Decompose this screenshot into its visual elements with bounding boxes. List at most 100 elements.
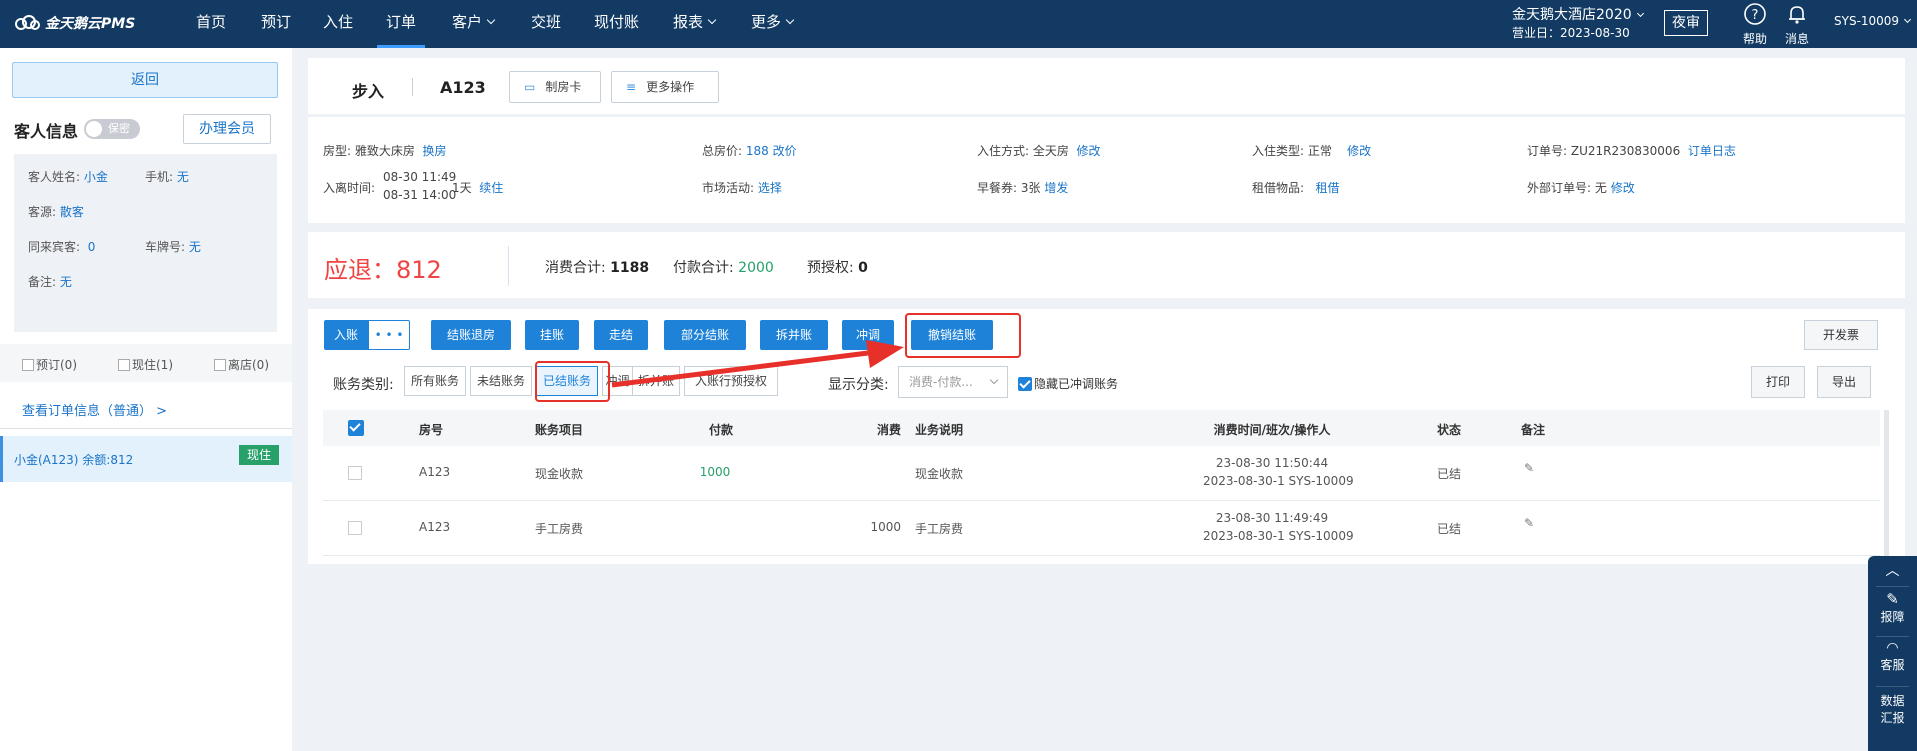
breakfast-field: 早餐券: 3张 增发 xyxy=(977,181,1069,195)
checkbox[interactable] xyxy=(214,359,226,371)
account-category-label: 账务类别: xyxy=(333,377,394,393)
hide-adjusted-checkbox[interactable]: 隐藏已冲调账务 xyxy=(1018,375,1118,392)
partial-settle-button[interactable]: 部分结账 xyxy=(664,320,746,350)
select-all-checkbox[interactable] xyxy=(348,420,364,436)
checkout-button[interactable]: 结账退房 xyxy=(431,320,511,350)
back-button[interactable]: 返回 xyxy=(12,62,278,98)
nav-reservation[interactable]: 预订 xyxy=(261,0,291,48)
plate-field: 车牌号: 无 xyxy=(145,240,201,254)
nav-orders[interactable]: 订单 xyxy=(377,0,426,48)
privacy-toggle[interactable]: 保密 xyxy=(84,119,140,139)
business-date: 营业日：2023-08-30 xyxy=(1512,26,1630,40)
edit-external-order-link[interactable]: 修改 xyxy=(1611,181,1635,195)
extend-stay-link[interactable]: 续住 xyxy=(479,181,503,195)
table-row[interactable]: A123 手工房费 1000 手工房费 23-08-30 11:49:49 20… xyxy=(323,501,1880,556)
nav-reports[interactable]: 报表 xyxy=(673,0,717,48)
order-status: 步入 xyxy=(352,82,385,101)
post-charge-button[interactable]: 入账 xyxy=(324,320,368,350)
add-breakfast-link[interactable]: 增发 xyxy=(1044,181,1068,195)
make-card-button[interactable]: ▭ 制房卡 xyxy=(509,71,601,103)
chevron-down-icon xyxy=(1904,15,1912,24)
divider xyxy=(0,428,292,429)
filter-in-house[interactable]: 现住(1) xyxy=(118,356,173,373)
col-time-shift-operator: 消费时间/班次/操作人 xyxy=(1213,423,1331,437)
market-field: 市场活动: 选择 xyxy=(702,181,782,195)
view-order-info-link[interactable]: 查看订单信息（普通） > xyxy=(22,400,167,419)
display-category-select[interactable]: 消费-付款... xyxy=(898,366,1008,398)
external-order-field: 外部订单号: 无 修改 xyxy=(1527,181,1635,195)
nights-field: 1天 续住 xyxy=(452,181,504,195)
nav-customers[interactable]: 客户 xyxy=(452,0,496,48)
user-menu[interactable]: SYS-10009 xyxy=(1834,14,1912,28)
room-number: A123 xyxy=(440,78,486,97)
customer-service-button[interactable]: ◠ 客服 xyxy=(1868,640,1917,673)
edit-checkin-mode-link[interactable]: 修改 xyxy=(1077,144,1101,158)
checkbox[interactable] xyxy=(118,359,130,371)
night-audit-button[interactable]: 夜审 xyxy=(1664,10,1708,36)
room-item-label: 小金(A123) 余额:812 xyxy=(14,453,134,467)
checkbox[interactable] xyxy=(22,359,34,371)
nav-more[interactable]: 更多 xyxy=(751,0,795,48)
left-panel: 返回 客人信息 保密 办理会员 客人姓名: 小金 手机: 无 客源: 散客 同来… xyxy=(0,48,292,751)
checkin-time: 08-30 11:49 xyxy=(383,170,457,184)
walk-settle-button[interactable]: 走结 xyxy=(594,320,648,350)
order-log-link[interactable]: 订单日志 xyxy=(1688,144,1736,158)
nav-checkin[interactable]: 入住 xyxy=(323,0,353,48)
table-scrollbar[interactable] xyxy=(1884,410,1889,560)
brand-logo[interactable]: 金天鹅云PMS xyxy=(14,13,135,33)
filter-checked-out[interactable]: 离店(0) xyxy=(214,356,269,373)
tab-preauth[interactable]: 入账行预授权 xyxy=(684,366,778,396)
guest-phone-field: 手机: 无 xyxy=(145,170,189,184)
split-merge-button[interactable]: 拆并账 xyxy=(760,320,828,350)
report-issue-button[interactable]: ✎ 报障 xyxy=(1868,590,1917,625)
tab-split-merge[interactable]: 拆并账 xyxy=(632,366,680,396)
consume-total: 消费合计: 1188 xyxy=(545,260,650,276)
top-nav: 金天鹅云PMS 首页 预订 入住 订单 客户 交班 现付账 报表 更多 金天鹅大… xyxy=(0,0,1917,48)
col-status: 状态 xyxy=(1437,423,1462,437)
invoice-button[interactable]: 开发票 xyxy=(1804,320,1878,350)
tab-unsettled[interactable]: 未结账务 xyxy=(470,366,532,396)
change-price-link[interactable]: 改价 xyxy=(773,144,797,158)
nav-cash-account[interactable]: 现付账 xyxy=(594,0,639,48)
edit-note-icon[interactable]: ✎ xyxy=(1524,516,1534,530)
table-row[interactable]: A123 现金收款 1000 现金收款 23-08-30 11:50:44 20… xyxy=(323,446,1880,501)
tab-all-accounts[interactable]: 所有账务 xyxy=(404,366,466,396)
edit-note-icon[interactable]: ✎ xyxy=(1524,461,1534,475)
change-room-link[interactable]: 换房 xyxy=(423,144,447,158)
order-number-field: 订单号: ZU21R230830006 订单日志 xyxy=(1527,144,1736,158)
col-room: 房号 xyxy=(419,423,444,437)
annotation-box xyxy=(535,361,610,402)
total-price-field: 总房价: 188 改价 xyxy=(702,144,797,158)
guest-source-field: 客源: 散客 xyxy=(28,205,84,219)
more-operations-button[interactable]: ≡ 更多操作 xyxy=(611,71,719,103)
checkbox-checked-icon[interactable] xyxy=(1018,377,1032,391)
hang-account-button[interactable]: 挂账 xyxy=(525,320,579,350)
print-button[interactable]: 打印 xyxy=(1751,366,1805,398)
bell-icon xyxy=(1789,6,1805,24)
preauth-total: 预授权: 0 xyxy=(807,260,868,276)
data-report-button[interactable]: 数据 汇报 xyxy=(1868,692,1917,726)
more-actions-button[interactable]: • • • xyxy=(368,320,410,350)
display-category-label: 显示分类: xyxy=(828,377,889,393)
adjust-button[interactable]: 冲调 xyxy=(842,320,894,350)
select-market-link[interactable]: 选择 xyxy=(758,181,782,195)
filter-reserved[interactable]: 预订(0) xyxy=(22,356,77,373)
divider xyxy=(1876,586,1909,587)
edit-checkin-type-link[interactable]: 修改 xyxy=(1347,144,1371,158)
checkin-type-field: 入住类型: 正常 修改 xyxy=(1252,144,1372,158)
nav-home[interactable]: 首页 xyxy=(196,0,226,48)
hotel-selector[interactable]: 金天鹅大酒店2020 xyxy=(1512,4,1644,24)
export-button[interactable]: 导出 xyxy=(1817,366,1871,398)
nav-shift[interactable]: 交班 xyxy=(531,0,561,48)
chevron-down-icon xyxy=(1636,9,1644,18)
guest-name-link[interactable]: 小金 xyxy=(84,170,108,184)
divider xyxy=(1876,686,1909,687)
row-checkbox[interactable] xyxy=(348,466,362,480)
help-button[interactable]: ? 帮助 xyxy=(1737,2,1773,47)
message-button[interactable]: 消息 xyxy=(1779,2,1815,47)
member-button[interactable]: 办理会员 xyxy=(183,114,271,144)
collapse-up-icon[interactable]: ︿ xyxy=(1868,560,1917,580)
rental-link[interactable]: 租借 xyxy=(1316,181,1340,195)
room-list-item[interactable]: 小金(A123) 余额:812 现住 xyxy=(0,436,292,482)
row-checkbox[interactable] xyxy=(348,521,362,535)
